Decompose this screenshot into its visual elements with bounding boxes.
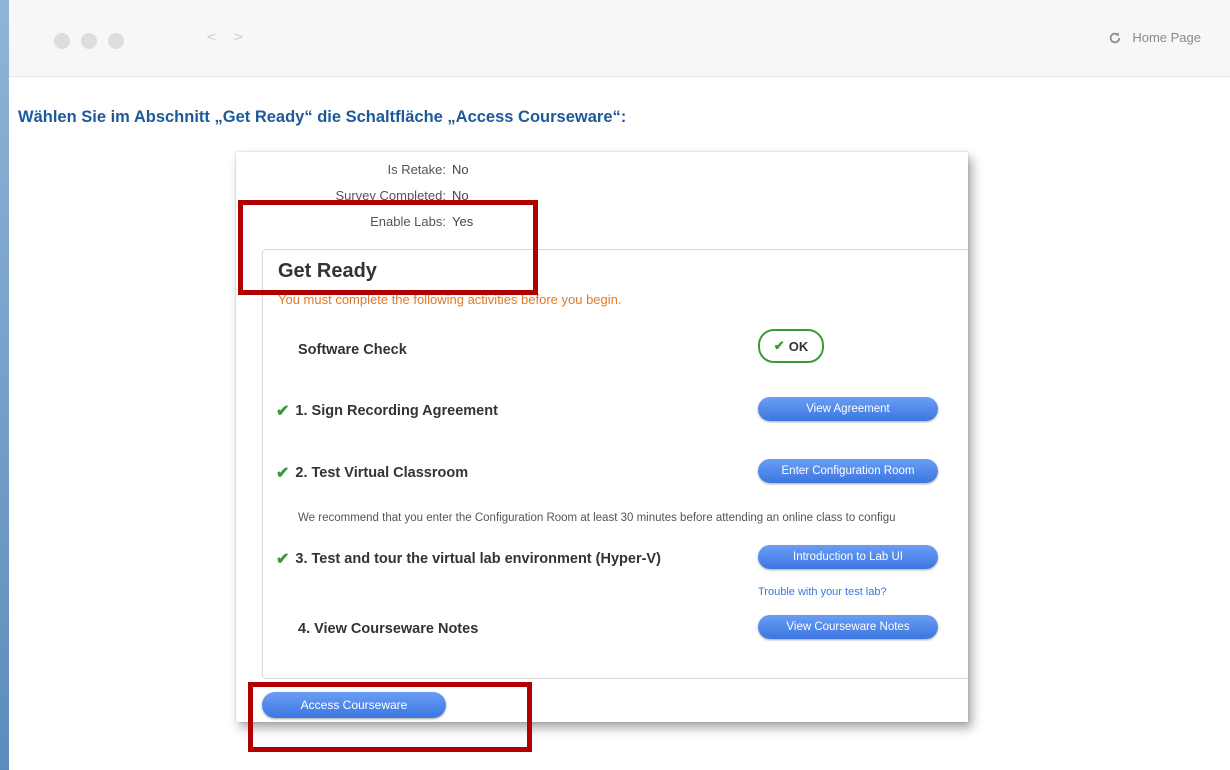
info-row-retake: Is Retake: No xyxy=(236,162,469,177)
enter-configuration-room-button[interactable]: Enter Configuration Room xyxy=(758,459,938,483)
check-icon: ✔ xyxy=(773,338,785,353)
check-icon: ✔ xyxy=(276,465,290,482)
highlight-box-get-ready xyxy=(238,200,538,295)
home-page-label[interactable]: Home Page xyxy=(1132,30,1201,45)
back-forward-arrows-icon[interactable]: < > xyxy=(206,30,250,45)
home-page-link[interactable]: Home Page xyxy=(1108,30,1201,45)
browser-toolbar: < > Home Page xyxy=(9,0,1230,77)
trouble-test-lab-link[interactable]: Trouble with your test lab? xyxy=(758,586,887,598)
get-ready-panel: Get Ready You must complete the followin… xyxy=(262,249,968,679)
software-check-label: Software Check xyxy=(298,342,407,358)
step-label: 3. Test and tour the virtual lab environ… xyxy=(295,551,661,567)
recommendation-text: We recommend that you enter the Configur… xyxy=(298,512,896,524)
software-check-ok-button[interactable]: ✔ OK xyxy=(758,329,824,363)
view-agreement-button[interactable]: View Agreement xyxy=(758,397,938,421)
view-courseware-notes-button[interactable]: View Courseware Notes xyxy=(758,615,938,639)
info-value: No xyxy=(452,162,469,177)
highlight-box-access-courseware xyxy=(248,682,532,752)
step-label: 2. Test Virtual Classroom xyxy=(295,465,469,481)
ok-label: OK xyxy=(788,338,809,354)
refresh-icon[interactable] xyxy=(1108,31,1122,45)
step-sign-agreement: ✔ 1. Sign Recording Agreement xyxy=(276,401,498,421)
step-view-notes: 4. View Courseware Notes xyxy=(298,621,478,637)
minimize-window-dot[interactable] xyxy=(81,33,97,49)
left-accent-stripe xyxy=(0,0,9,770)
maximize-window-dot[interactable] xyxy=(108,33,124,49)
step-test-lab: ✔ 3. Test and tour the virtual lab envir… xyxy=(276,549,661,569)
step-label: 4. View Courseware Notes xyxy=(298,621,479,637)
step-test-classroom: ✔ 2. Test Virtual Classroom xyxy=(276,463,468,483)
introduction-to-lab-ui-button[interactable]: Introduction to Lab UI xyxy=(758,545,938,569)
window-controls xyxy=(54,33,124,49)
check-icon: ✔ xyxy=(276,551,290,568)
step-label: 1. Sign Recording Agreement xyxy=(295,403,498,419)
info-key: Is Retake: xyxy=(387,162,446,177)
close-window-dot[interactable] xyxy=(54,33,70,49)
check-icon: ✔ xyxy=(276,403,290,420)
instruction-text: Wählen Sie im Abschnitt „Get Ready“ die … xyxy=(18,108,627,126)
